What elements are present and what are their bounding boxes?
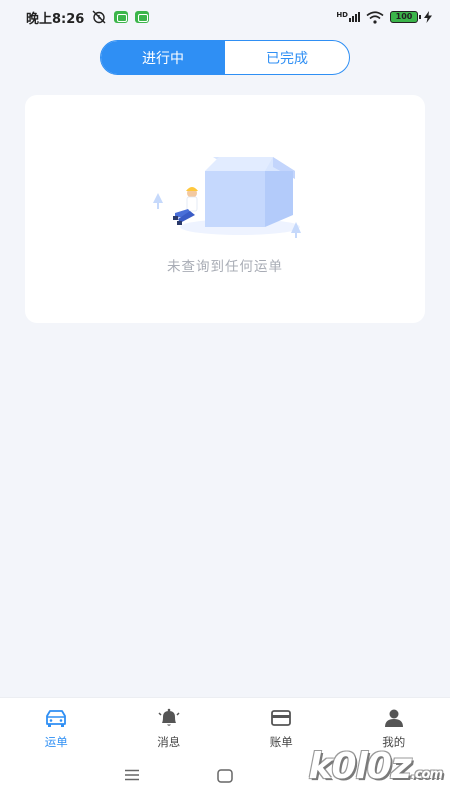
user-icon [384, 709, 403, 727]
card-icon [271, 710, 292, 726]
watermark-suffix: .com [410, 767, 443, 782]
app-notification-icon [135, 11, 150, 23]
nav-label: 运单 [44, 735, 68, 749]
battery-icon: 100 [390, 11, 421, 23]
truck-icon [46, 710, 67, 727]
order-status-tabs: 进行中 已完成 [100, 40, 350, 75]
nav-item-messages[interactable]: 消息 [113, 698, 226, 753]
watermark-logo: k0l0z.com [308, 746, 443, 787]
empty-box-illustration [153, 157, 301, 238]
wifi-icon [366, 10, 384, 24]
tab-completed[interactable]: 已完成 [225, 41, 349, 74]
app-notification-icon [114, 11, 129, 23]
status-bar-right: HD 100 [336, 10, 432, 24]
empty-state-message: 未查询到任何运单 [167, 259, 283, 275]
charging-icon [424, 11, 432, 23]
clock: 晚上8:26 [26, 11, 85, 27]
nav-item-profile[interactable]: 我的 [338, 698, 450, 753]
tab-in-progress[interactable]: 进行中 [101, 41, 225, 74]
watermark-text: k0l0z [308, 746, 412, 787]
nav-item-waybill[interactable]: 运单 [0, 698, 113, 753]
battery-level: 100 [395, 12, 413, 21]
nav-label: 账单 [269, 735, 293, 749]
nav-label: 消息 [157, 735, 181, 749]
signal-icon: HD [336, 12, 360, 22]
bottom-navigation: 运单 消息 账单 我的 [0, 697, 450, 753]
menu-icon[interactable] [124, 769, 140, 781]
bell-icon [158, 708, 180, 726]
nav-item-bills[interactable]: 账单 [225, 698, 338, 753]
network-type: HD [336, 11, 348, 19]
status-bar-left: 晚上8:26 [26, 8, 150, 27]
alarm-off-icon [92, 10, 106, 24]
home-icon[interactable] [217, 769, 233, 783]
status-bar: 晚上8:26 HD 100 [0, 0, 450, 34]
empty-state-card: 未查询到任何运单 [25, 95, 425, 323]
